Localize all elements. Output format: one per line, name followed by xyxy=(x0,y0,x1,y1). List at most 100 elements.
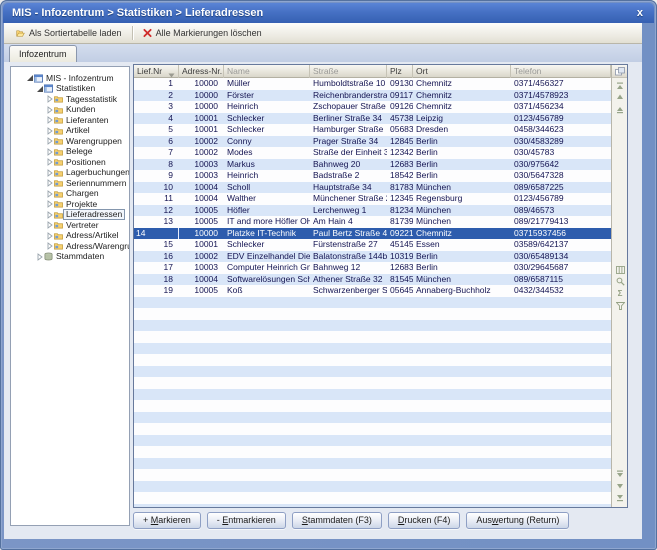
cell-plz: 12683 xyxy=(387,159,413,171)
tree-item-seriennummern[interactable]: Seriennummern xyxy=(11,178,129,189)
tab-infozentrum[interactable]: Infozentrum xyxy=(9,45,77,62)
tree-expanded-arrow-icon[interactable] xyxy=(25,74,34,83)
stammdaten-f3-button[interactable]: Stammdaten (F3) xyxy=(292,512,382,529)
tree-collapsed-arrow-icon[interactable] xyxy=(45,189,54,198)
drucken-f4-button[interactable]: Drucken (F4) xyxy=(388,512,461,529)
column-header-telefon[interactable]: Telefon xyxy=(511,65,611,78)
table-row[interactable]: 710002ModesStraße der Einheit 3412342Ber… xyxy=(134,147,611,159)
tree-item-lieferadressen[interactable]: Lieferadressen xyxy=(11,210,129,221)
tree-collapsed-arrow-icon[interactable] xyxy=(35,252,44,261)
folder-icon xyxy=(54,200,63,208)
column-header-lief_nr[interactable]: Lief.Nr xyxy=(134,65,179,78)
tree-item-mis-infozentrum[interactable]: MIS - Infozentrum xyxy=(11,73,129,84)
tree-collapsed-arrow-icon[interactable] xyxy=(45,147,54,156)
tree-item-adress-warengruppen[interactable]: Adress/Warengruppen xyxy=(11,241,129,252)
cell-name: IT and more Höfler OHG xyxy=(224,216,310,228)
tree-expanded-arrow-icon[interactable] xyxy=(35,84,44,93)
scroll-first-icon[interactable] xyxy=(615,81,625,90)
table-row[interactable]: 1910005KoßSchwarzenberger Straße05645Ann… xyxy=(134,285,611,297)
sum-icon[interactable]: Σ xyxy=(615,289,625,298)
tree-collapsed-arrow-icon[interactable] xyxy=(45,231,54,240)
tree-item-positionen[interactable]: Positionen xyxy=(11,157,129,168)
table-row[interactable]: 1310005IT and more Höfler OHGAm Hain 481… xyxy=(134,216,611,228)
table-row[interactable]: 1210005HöflerLerchenweg 181234München089… xyxy=(134,205,611,217)
cell-telefon: 089/6587115 xyxy=(511,274,611,286)
auswertung-return-button[interactable]: Auswertung (Return) xyxy=(466,512,569,529)
table-row[interactable]: 210000FörsterReichenbranderstraße 309117… xyxy=(134,90,611,102)
titlebar[interactable]: MIS - Infozentrum > Statistiken > Liefer… xyxy=(3,3,654,23)
table-row[interactable]: 1810004Softwarelösungen Scholl GmbAthene… xyxy=(134,274,611,286)
tree-item-vertreter[interactable]: Vertreter xyxy=(11,220,129,231)
scroll-down-group xyxy=(612,469,628,502)
collapse-arrow-icon xyxy=(46,242,54,250)
table-row[interactable]: 1510001SchleckerFürstenstraße 2745145Ess… xyxy=(134,239,611,251)
tree-item-artikel[interactable]: Artikel xyxy=(11,126,129,137)
tree-collapsed-arrow-icon[interactable] xyxy=(45,200,54,209)
folder-icon xyxy=(54,158,63,167)
tree-item-tagesstatistik[interactable]: Tagesstatistik xyxy=(11,94,129,105)
tree-collapsed-arrow-icon[interactable] xyxy=(45,242,54,251)
scroll-down-icon[interactable] xyxy=(615,469,625,478)
cell-plz: 09126 xyxy=(387,101,413,113)
table-row[interactable]: 1010004SchollHauptstraße 3481783München0… xyxy=(134,182,611,194)
tree-collapsed-arrow-icon[interactable] xyxy=(45,179,54,188)
tree-collapsed-arrow-icon[interactable] xyxy=(45,210,54,219)
table-row[interactable]: 1710003Computer Heinrich GmbHBahnweg 121… xyxy=(134,262,611,274)
tree-collapsed-arrow-icon[interactable] xyxy=(45,137,54,146)
table-row[interactable]: 610002ConnyPrager Straße 3412845Berlin03… xyxy=(134,136,611,148)
tree-collapsed-arrow-icon[interactable] xyxy=(45,105,54,114)
column-header-strasse[interactable]: Straße xyxy=(310,65,387,78)
tree-item-chargen[interactable]: Chargen xyxy=(11,189,129,200)
tree-collapsed-arrow-icon[interactable] xyxy=(45,126,54,135)
tree-item-lagerbuchungen[interactable]: Lagerbuchungen xyxy=(11,168,129,179)
tree-item-projekte[interactable]: Projekte xyxy=(11,199,129,210)
tree-collapsed-arrow-icon[interactable] xyxy=(45,116,54,125)
scroll-up-icon[interactable] xyxy=(615,105,625,114)
scroll-page-up-icon[interactable] xyxy=(615,93,625,102)
table-row[interactable]: 910003HeinrichBadstraße 218542Berlin030/… xyxy=(134,170,611,182)
cell-strasse: Bahnweg 12 xyxy=(310,262,387,274)
tree-collapsed-arrow-icon[interactable] xyxy=(45,158,54,167)
cell-strasse: Paul Bertz Straße 45 xyxy=(310,228,387,240)
table-row[interactable]: 1110004WaltherMünchener Straße 2312345Re… xyxy=(134,193,611,205)
tree-item-kunden[interactable]: Kunden xyxy=(11,105,129,116)
grid-menu-button[interactable] xyxy=(612,65,627,78)
tree-item-warengruppen[interactable]: Warengruppen xyxy=(11,136,129,147)
red-x-icon xyxy=(143,29,152,38)
scroll-last-icon[interactable] xyxy=(615,493,625,502)
table-row-selected[interactable]: 1410000Platzke IT-TechnikPaul Bertz Stra… xyxy=(134,228,611,240)
tree-item-belege[interactable]: Belege xyxy=(11,147,129,158)
column-header-plz[interactable]: Plz xyxy=(387,65,413,78)
tree-item-lieferanten[interactable]: Lieferanten xyxy=(11,115,129,126)
table-row[interactable]: 410001SchleckerBerliner Straße 3445738Le… xyxy=(134,113,611,125)
column-header-adress_nr[interactable]: Adress-Nr. xyxy=(179,65,224,78)
markieren-button[interactable]: + Markieren xyxy=(133,512,201,529)
cell-strasse: Lerchenweg 1 xyxy=(310,205,387,217)
scroll-page-down-icon[interactable] xyxy=(615,481,625,490)
tree-collapsed-arrow-icon[interactable] xyxy=(45,221,54,230)
cell-name: Platzke IT-Technik xyxy=(224,228,310,240)
entmarkieren-button[interactable]: - Entmarkieren xyxy=(207,512,286,529)
table-row[interactable]: 310000HeinrichZschopauer Straße 28009126… xyxy=(134,101,611,113)
database-icon xyxy=(44,252,53,261)
table-row[interactable]: 810003MarkusBahnweg 2012683Berlin030/975… xyxy=(134,159,611,171)
columns-icon[interactable] xyxy=(615,265,625,274)
tree-collapsed-arrow-icon[interactable] xyxy=(45,95,54,104)
clear-marks-button[interactable]: Alle Markierungen löschen xyxy=(137,25,268,41)
tree-item-adress-artikel[interactable]: Adress/Artikel xyxy=(11,231,129,242)
column-header-name[interactable]: Name xyxy=(224,65,310,78)
cell-ort: Dresden xyxy=(413,124,511,136)
tree-item-statistiken[interactable]: Statistiken xyxy=(11,84,129,95)
filter-icon[interactable] xyxy=(615,301,625,310)
load-sort-table-button[interactable]: Als Sortiertabelle laden xyxy=(10,25,128,41)
tree-collapsed-arrow-icon[interactable] xyxy=(45,168,54,177)
close-button[interactable]: x xyxy=(637,5,643,21)
search-icon[interactable] xyxy=(615,277,625,286)
tree-item-stammdaten[interactable]: Stammdaten xyxy=(11,252,129,263)
table-row[interactable]: 510001SchleckerHamburger Straße05683Dres… xyxy=(134,124,611,136)
table-row[interactable]: 110000MüllerHumboldtstraße 1009130Chemni… xyxy=(134,78,611,90)
column-header-ort[interactable]: Ort xyxy=(413,65,511,78)
folder-icon xyxy=(54,190,63,198)
folder-icon xyxy=(54,200,63,209)
table-row[interactable]: 1610002EDV Einzelhandel Dietsch GmbBalat… xyxy=(134,251,611,263)
